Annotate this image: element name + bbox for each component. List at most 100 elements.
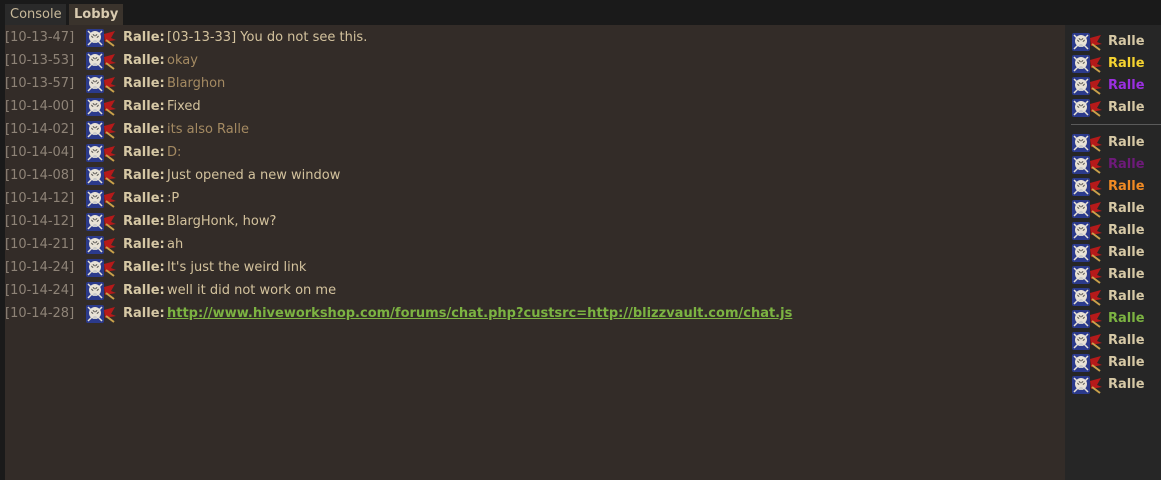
skull-crossbones-avatar-icon [1071,221,1103,241]
message-text: BlargHonk, how? [167,214,277,229]
message-author[interactable]: Ralle: [123,165,165,187]
tab-bar: Console Lobby [0,0,1161,25]
message-author[interactable]: Ralle: [123,50,165,72]
skull-crossbones-avatar-icon[interactable] [85,97,117,117]
user-name: Ralle [1108,157,1145,172]
message-author[interactable]: Ralle: [123,73,165,95]
user-list-item[interactable]: Ralle [1071,374,1159,396]
message-author[interactable]: Ralle: [123,303,165,325]
skull-crossbones-avatar-icon[interactable] [85,74,117,94]
message-author[interactable]: Ralle: [123,142,165,164]
skull-crossbones-avatar-icon[interactable] [85,258,117,278]
chat-message: [10-13-47] Ralle: [03-13-33] You do not s… [5,27,1060,49]
user-name: Ralle [1108,289,1145,304]
user-name: Ralle [1108,333,1145,348]
skull-crossbones-avatar-icon[interactable] [85,212,117,232]
message-author[interactable]: Ralle: [123,211,165,233]
skull-crossbones-avatar-icon [1071,353,1103,373]
skull-crossbones-avatar-icon [1071,76,1103,96]
tab-console[interactable]: Console [5,4,66,25]
message-author[interactable]: Ralle: [123,257,165,279]
user-list-item[interactable]: Ralle [1071,97,1159,119]
skull-crossbones-avatar-icon [1071,54,1103,74]
message-text: Blarghon [167,76,226,91]
user-list-item[interactable]: Ralle [1071,132,1159,154]
chat-message: [10-13-57] Ralle: Blarghon [5,73,1060,95]
user-list-item[interactable]: Ralle [1071,264,1159,286]
skull-crossbones-avatar-icon[interactable] [85,120,117,140]
user-list-item[interactable]: Ralle [1071,286,1159,308]
message-timestamp: [10-14-08] [5,168,75,183]
message-timestamp: [10-14-24] [5,260,75,275]
message-author[interactable]: Ralle: [123,119,165,141]
chat-message: [10-14-21] Ralle: ah [5,234,1060,256]
chat-message: [10-14-00] Ralle: Fixed [5,96,1060,118]
skull-crossbones-avatar-icon [1071,287,1103,307]
user-list-item[interactable]: Ralle [1071,308,1159,330]
user-name: Ralle [1108,100,1145,115]
user-list-item[interactable]: Ralle [1071,352,1159,374]
user-list-item[interactable]: Ralle [1071,198,1159,220]
skull-crossbones-avatar-icon [1071,133,1103,153]
message-text: Just opened a new window [167,168,341,183]
chat-message: [10-13-53] Ralle: okay [5,50,1060,72]
message-author[interactable]: Ralle: [123,280,165,302]
user-list-item[interactable]: Ralle [1071,330,1159,352]
user-list-item[interactable]: Ralle [1071,53,1159,75]
user-list-item[interactable]: Ralle [1071,154,1159,176]
user-name: Ralle [1108,135,1145,150]
skull-crossbones-avatar-icon[interactable] [85,235,117,255]
chat-message: [10-14-24] Ralle: It's just the weird lin… [5,257,1060,279]
message-timestamp: [10-14-24] [5,283,75,298]
user-name: Ralle [1108,311,1145,326]
message-timestamp: [10-13-57] [5,76,75,91]
message-author[interactable]: Ralle: [123,96,165,118]
user-name: Ralle [1108,56,1145,71]
skull-crossbones-avatar-icon[interactable] [85,166,117,186]
chat-message: [10-14-24] Ralle: well it did not work on… [5,280,1060,302]
message-timestamp: [10-14-02] [5,122,75,137]
message-text: well it did not work on me [167,283,337,298]
chat-message: [10-14-12] Ralle::P [5,188,1060,210]
chat-log[interactable]: [10-13-47] Ralle: [03-13-33] You do not s… [5,25,1065,480]
message-timestamp: [10-14-00] [5,99,75,114]
skull-crossbones-avatar-icon[interactable] [85,143,117,163]
user-list-item[interactable]: Ralle [1071,176,1159,198]
user-list-item[interactable]: Ralle [1071,242,1159,264]
skull-crossbones-avatar-icon[interactable] [85,28,117,48]
user-name: Ralle [1108,223,1145,238]
message-timestamp: [10-14-21] [5,237,75,252]
user-name: Ralle [1108,377,1145,392]
user-name: Ralle [1108,34,1145,49]
user-name: Ralle [1108,245,1145,260]
skull-crossbones-avatar-icon [1071,243,1103,263]
tab-lobby[interactable]: Lobby [69,4,123,25]
chat-message: [10-14-02] Ralle: its also Ralle [5,119,1060,141]
message-author[interactable]: Ralle: [123,188,165,210]
skull-crossbones-avatar-icon[interactable] [85,189,117,209]
skull-crossbones-avatar-icon[interactable] [85,51,117,71]
message-text: okay [167,53,198,68]
chat-message: [10-14-12] Ralle: BlargHonk, how? [5,211,1060,233]
message-text: Fixed [167,99,201,114]
user-name: Ralle [1108,355,1145,370]
message-text: D: [167,145,182,160]
message-link[interactable]: http://www.hiveworkshop.com/forums/chat.… [167,303,792,325]
user-name: Ralle [1108,78,1145,93]
skull-crossbones-avatar-icon [1071,199,1103,219]
skull-crossbones-avatar-icon[interactable] [85,304,117,324]
user-name: Ralle [1108,267,1145,282]
user-list-item[interactable]: Ralle [1071,31,1159,53]
message-author[interactable]: Ralle: [123,234,165,256]
user-name: Ralle [1108,201,1145,216]
message-timestamp: [10-14-12] [5,214,75,229]
skull-crossbones-avatar-icon [1071,177,1103,197]
user-list-item[interactable]: Ralle [1071,220,1159,242]
skull-crossbones-avatar-icon[interactable] [85,281,117,301]
message-text: ah [167,237,184,252]
user-list-item[interactable]: Ralle [1071,75,1159,97]
message-timestamp: [10-13-53] [5,53,75,68]
message-text: :P [167,191,180,206]
user-list[interactable]: Ralle Ralle Ralle Ralle Ralle Ralle Rall… [1065,25,1161,480]
message-author[interactable]: Ralle: [123,27,165,49]
